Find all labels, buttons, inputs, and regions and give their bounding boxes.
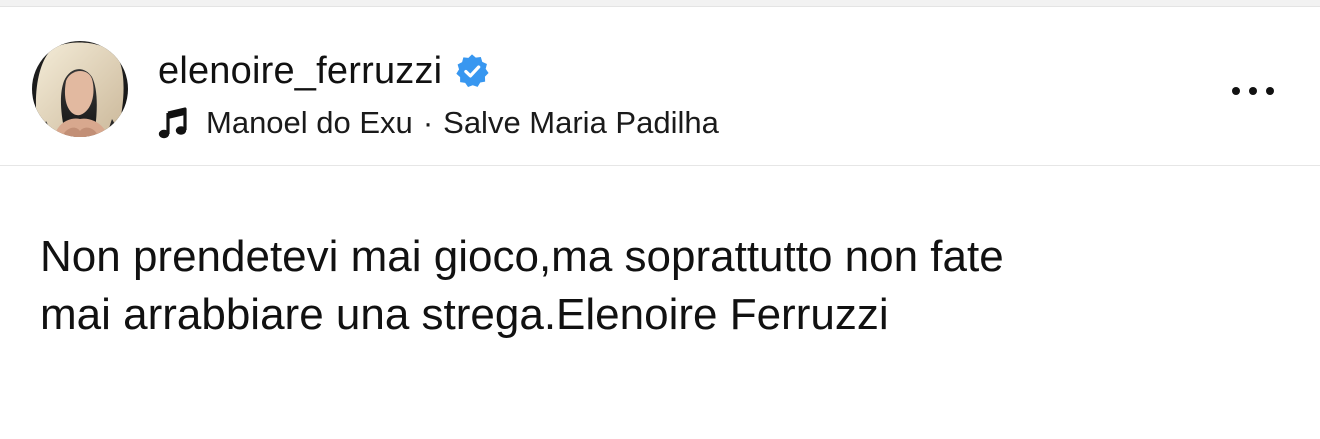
verified-badge-icon xyxy=(456,54,489,88)
music-note-icon xyxy=(158,107,187,139)
more-options-icon xyxy=(1249,87,1257,95)
avatar-image xyxy=(32,41,128,137)
post-caption: Non prendetevi mai gioco,ma soprattutto … xyxy=(40,232,1004,339)
more-options-icon xyxy=(1232,87,1240,95)
username[interactable]: elenoire_ferruzzi xyxy=(158,49,442,93)
more-options-button[interactable] xyxy=(1222,77,1284,105)
music-row[interactable]: Manoel do Exu · Salve Maria Padilha xyxy=(158,103,719,143)
avatar[interactable] xyxy=(32,41,128,137)
music-artist: Manoel do Exu xyxy=(206,105,413,140)
music-separator: · xyxy=(422,105,434,140)
post-header: elenoire_ferruzzi Manoel do Exu · Salve … xyxy=(0,7,1320,166)
more-options-icon xyxy=(1266,87,1274,95)
top-divider xyxy=(0,0,1320,7)
username-row: elenoire_ferruzzi xyxy=(158,49,490,93)
music-track: Salve Maria Padilha xyxy=(443,105,719,140)
